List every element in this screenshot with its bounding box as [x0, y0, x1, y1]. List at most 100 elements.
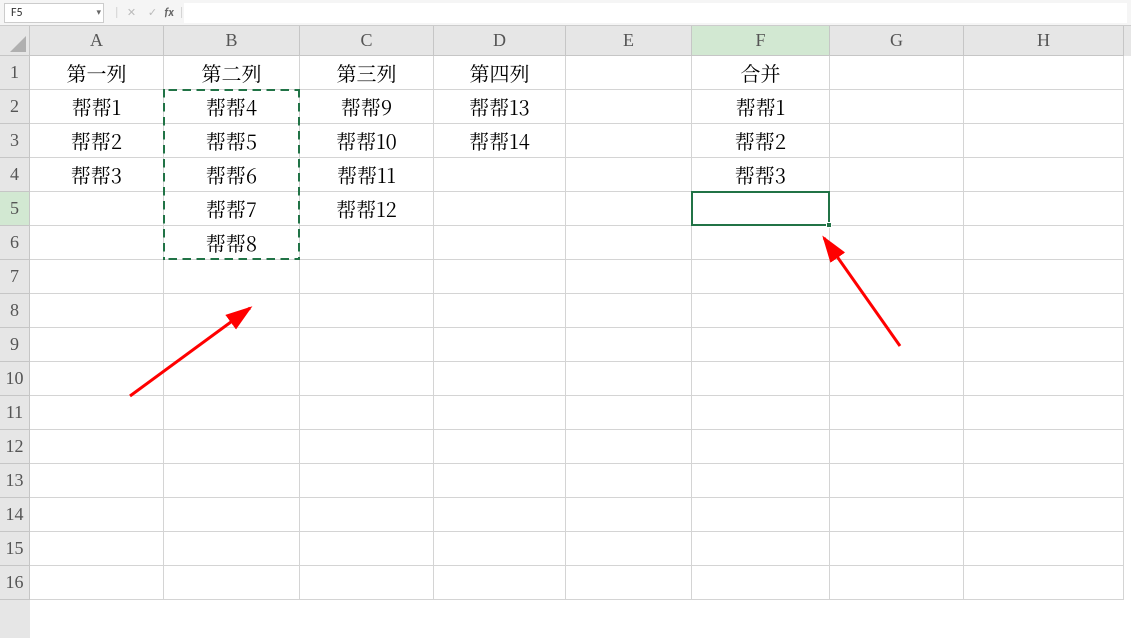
cell-H2[interactable] [964, 90, 1124, 124]
accept-formula-button[interactable]: ✓ [144, 4, 162, 22]
cell-B6[interactable]: 帮帮8 [164, 226, 300, 260]
cell-G12[interactable] [830, 430, 964, 464]
cell-F3[interactable]: 帮帮2 [692, 124, 830, 158]
cell-B3[interactable]: 帮帮5 [164, 124, 300, 158]
cell-H16[interactable] [964, 566, 1124, 600]
row-header-6[interactable]: 6 [0, 226, 30, 260]
cell-E4[interactable] [566, 158, 692, 192]
cell-H14[interactable] [964, 498, 1124, 532]
cell-D11[interactable] [434, 396, 566, 430]
cell-grid[interactable]: 第一列第二列第三列第四列合并帮帮1帮帮4帮帮9帮帮13帮帮1帮帮2帮帮5帮帮10… [30, 56, 1131, 638]
cell-E16[interactable] [566, 566, 692, 600]
cell-H7[interactable] [964, 260, 1124, 294]
fx-icon[interactable]: fx [165, 6, 174, 20]
cancel-formula-button[interactable]: ✕ [123, 4, 141, 22]
cell-B13[interactable] [164, 464, 300, 498]
cell-E7[interactable] [566, 260, 692, 294]
col-header-B[interactable]: B [164, 26, 300, 56]
col-header-C[interactable]: C [300, 26, 434, 56]
cell-B14[interactable] [164, 498, 300, 532]
cell-F2[interactable]: 帮帮1 [692, 90, 830, 124]
cell-F1[interactable]: 合并 [692, 56, 830, 90]
cell-G11[interactable] [830, 396, 964, 430]
cell-F4[interactable]: 帮帮3 [692, 158, 830, 192]
col-header-A[interactable]: A [30, 26, 164, 56]
cell-C2[interactable]: 帮帮9 [300, 90, 434, 124]
cell-D3[interactable]: 帮帮14 [434, 124, 566, 158]
cell-C15[interactable] [300, 532, 434, 566]
cell-D15[interactable] [434, 532, 566, 566]
cell-F13[interactable] [692, 464, 830, 498]
cell-C12[interactable] [300, 430, 434, 464]
col-header-H[interactable]: H [964, 26, 1124, 56]
cell-E14[interactable] [566, 498, 692, 532]
cell-H9[interactable] [964, 328, 1124, 362]
cell-A5[interactable] [30, 192, 164, 226]
cell-G16[interactable] [830, 566, 964, 600]
cell-A15[interactable] [30, 532, 164, 566]
formula-input[interactable] [184, 3, 1127, 23]
cell-A2[interactable]: 帮帮1 [30, 90, 164, 124]
cell-G13[interactable] [830, 464, 964, 498]
col-header-D[interactable]: D [434, 26, 566, 56]
row-header-16[interactable]: 16 [0, 566, 30, 600]
cell-B16[interactable] [164, 566, 300, 600]
cell-A13[interactable] [30, 464, 164, 498]
cell-A10[interactable] [30, 362, 164, 396]
cell-A7[interactable] [30, 260, 164, 294]
cell-H15[interactable] [964, 532, 1124, 566]
cell-F9[interactable] [692, 328, 830, 362]
cell-H3[interactable] [964, 124, 1124, 158]
cell-H1[interactable] [964, 56, 1124, 90]
cell-A1[interactable]: 第一列 [30, 56, 164, 90]
name-box[interactable]: F5 ▾ [4, 3, 104, 23]
cell-G6[interactable] [830, 226, 964, 260]
cell-E10[interactable] [566, 362, 692, 396]
cell-E3[interactable] [566, 124, 692, 158]
cell-F15[interactable] [692, 532, 830, 566]
cell-H11[interactable] [964, 396, 1124, 430]
cell-D2[interactable]: 帮帮13 [434, 90, 566, 124]
row-header-15[interactable]: 15 [0, 532, 30, 566]
cell-C11[interactable] [300, 396, 434, 430]
cell-D8[interactable] [434, 294, 566, 328]
cell-C1[interactable]: 第三列 [300, 56, 434, 90]
cell-A3[interactable]: 帮帮2 [30, 124, 164, 158]
cell-C14[interactable] [300, 498, 434, 532]
cell-G9[interactable] [830, 328, 964, 362]
cell-B11[interactable] [164, 396, 300, 430]
row-header-5[interactable]: 5 [0, 192, 30, 226]
cell-E12[interactable] [566, 430, 692, 464]
cell-G10[interactable] [830, 362, 964, 396]
cell-D5[interactable] [434, 192, 566, 226]
cell-B15[interactable] [164, 532, 300, 566]
cell-B4[interactable]: 帮帮6 [164, 158, 300, 192]
cell-C4[interactable]: 帮帮11 [300, 158, 434, 192]
cell-G14[interactable] [830, 498, 964, 532]
cell-E2[interactable] [566, 90, 692, 124]
cell-G5[interactable] [830, 192, 964, 226]
cell-D14[interactable] [434, 498, 566, 532]
cell-B12[interactable] [164, 430, 300, 464]
cell-A11[interactable] [30, 396, 164, 430]
cell-B10[interactable] [164, 362, 300, 396]
row-header-13[interactable]: 13 [0, 464, 30, 498]
cell-H6[interactable] [964, 226, 1124, 260]
cell-F10[interactable] [692, 362, 830, 396]
cell-G7[interactable] [830, 260, 964, 294]
cell-D1[interactable]: 第四列 [434, 56, 566, 90]
cell-D9[interactable] [434, 328, 566, 362]
row-header-1[interactable]: 1 [0, 56, 30, 90]
cell-F14[interactable] [692, 498, 830, 532]
row-header-8[interactable]: 8 [0, 294, 30, 328]
cell-B7[interactable] [164, 260, 300, 294]
cell-H12[interactable] [964, 430, 1124, 464]
row-header-12[interactable]: 12 [0, 430, 30, 464]
cell-A12[interactable] [30, 430, 164, 464]
cell-H4[interactable] [964, 158, 1124, 192]
cell-F6[interactable] [692, 226, 830, 260]
row-header-2[interactable]: 2 [0, 90, 30, 124]
select-all-corner[interactable] [0, 26, 30, 56]
cell-C9[interactable] [300, 328, 434, 362]
cell-C6[interactable] [300, 226, 434, 260]
